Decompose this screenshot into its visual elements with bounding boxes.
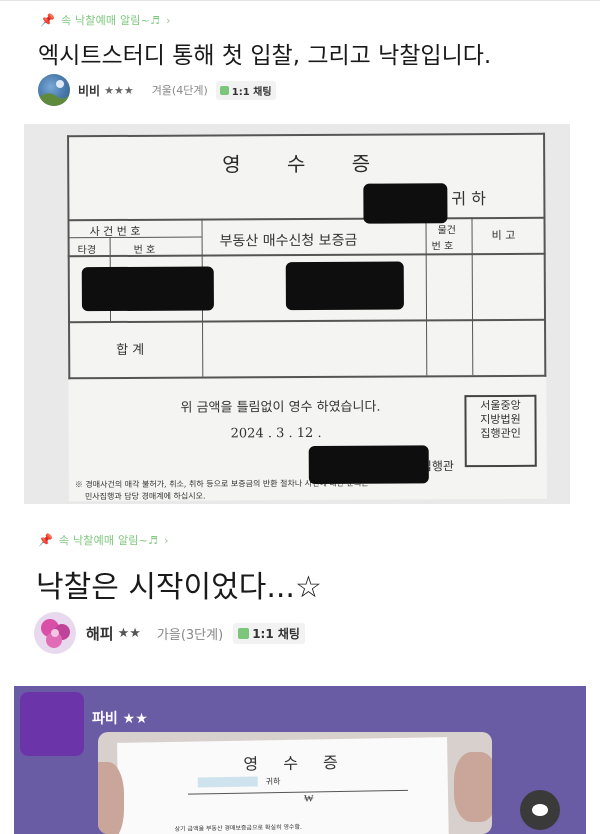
chevron-right-icon: ›	[166, 13, 171, 27]
footnote-line2: 민사집행과 담당 경매계에 하십시오.	[84, 491, 206, 502]
receipt-photo[interactable]: 영 수 증 귀 하 사 건 번 호 타경 번 호 부동산 매수신청 보증금 물건…	[24, 124, 570, 504]
breadcrumb-label: 속 낙찰예매 알림~♬	[58, 534, 159, 547]
hand-image	[98, 762, 124, 834]
comment-author-stars: ★★	[122, 711, 148, 727]
rule	[543, 132, 546, 377]
honorific: 귀 하	[451, 189, 486, 209]
speech-bubble-icon	[532, 804, 548, 816]
author-stars: ★★★	[104, 83, 134, 97]
redaction-block	[363, 183, 448, 224]
avatar[interactable]	[34, 612, 76, 654]
post2-author-row: 해피 ★★ 가을(3단계) 1:1 채팅	[34, 612, 305, 654]
landscape-icon	[38, 80, 70, 106]
redaction-block	[285, 261, 404, 311]
receipt-paper: 영 수 증 귀하 ₩ 상기 금액을 부동산 경매보증금으로 확실히 영수함.	[117, 737, 449, 834]
comment-receipt-photo[interactable]: 영 수 증 귀하 ₩ 상기 금액을 부동산 경매보증금으로 확실히 영수함.	[98, 732, 492, 834]
post2-title: 낙찰은 시작이었다...☆	[36, 570, 322, 605]
author-grade: 겨울(4단계)	[151, 84, 208, 97]
author-name[interactable]: 해피	[86, 623, 114, 644]
amount-prefix: ₩	[303, 793, 314, 805]
receipt-title: 영 수 증	[243, 752, 348, 774]
col-sub1: 타경	[77, 245, 97, 257]
comment-author: 파비 ★★	[92, 708, 148, 728]
rule	[67, 216, 546, 221]
receipt-title: 영 수 증	[222, 151, 391, 177]
redaction-block	[197, 776, 258, 788]
chat-label: 1:1 채팅	[252, 626, 300, 641]
avatar[interactable]	[38, 74, 70, 106]
rule	[68, 374, 547, 379]
pin-icon: 📌	[38, 533, 53, 547]
chat-icon	[238, 627, 250, 639]
pin-icon: 📌	[40, 13, 55, 27]
col-item2: 번 호	[431, 241, 454, 253]
rule	[187, 789, 408, 795]
comment-author-name: 파비	[92, 711, 118, 727]
post1-breadcrumb[interactable]: 📌 속 낙찰예매 알림~♬ ›	[40, 12, 170, 28]
rule	[471, 217, 474, 376]
chat-button[interactable]: 1:1 채팅	[233, 622, 305, 644]
post1-title: 엑시트스터디 통해 첫 입찰, 그리고 낙찰입니다.	[38, 43, 492, 69]
author-stars: ★★	[117, 625, 141, 641]
col-deposit: 부동산 매수신청 보증금	[219, 232, 358, 250]
hand-image	[454, 752, 492, 822]
chat-label: 1:1 채팅	[231, 86, 272, 98]
col-sub2: 번 호	[133, 244, 156, 256]
post1-author-row: 비비 ★★★ 겨울(4단계) 1:1 채팅	[38, 74, 276, 106]
chevron-right-icon: ›	[164, 533, 169, 547]
receipt-paper: 영 수 증 귀 하 사 건 번 호 타경 번 호 부동산 매수신청 보증금 물건…	[67, 132, 547, 502]
rule	[68, 318, 547, 323]
col-item: 물건	[437, 225, 456, 237]
col-note: 비 고	[491, 228, 516, 243]
honorific: 귀하	[265, 777, 281, 787]
avatar[interactable]	[20, 692, 84, 756]
redaction-block	[81, 266, 214, 312]
rule	[425, 217, 428, 376]
rule	[67, 132, 546, 137]
redaction-block	[308, 445, 429, 484]
total-label: 합 계	[116, 342, 145, 358]
official-seal: 서울중앙 지방법원 집행관인	[464, 394, 537, 468]
col-case-number: 사 건 번 호	[89, 224, 141, 239]
chat-button[interactable]: 1:1 채팅	[215, 80, 276, 100]
chat-fab-button[interactable]	[520, 790, 560, 830]
breadcrumb-label: 속 낙찰예매 알림~♬	[60, 14, 161, 27]
statement: 상기 금액을 부동산 경매보증금으로 확실히 영수함.	[174, 823, 303, 833]
post2-breadcrumb[interactable]: 📌 속 낙찰예매 알림~♬ ›	[38, 532, 168, 548]
flower-icon	[41, 619, 70, 648]
statement: 위 금액을 틀림없이 영수 하였습니다.	[180, 399, 381, 416]
top-divider	[0, 0, 600, 1]
comment-card[interactable]: 파비 ★★ 영 수 증 귀하 ₩ 상기 금액을 부동산 경매보증금으로 확실히 …	[14, 686, 586, 834]
date: 2024 . 3 . 12 .	[230, 425, 322, 442]
author-name[interactable]: 비비	[78, 82, 100, 99]
author-grade: 가을(3단계)	[156, 627, 224, 643]
chat-icon	[219, 85, 229, 95]
